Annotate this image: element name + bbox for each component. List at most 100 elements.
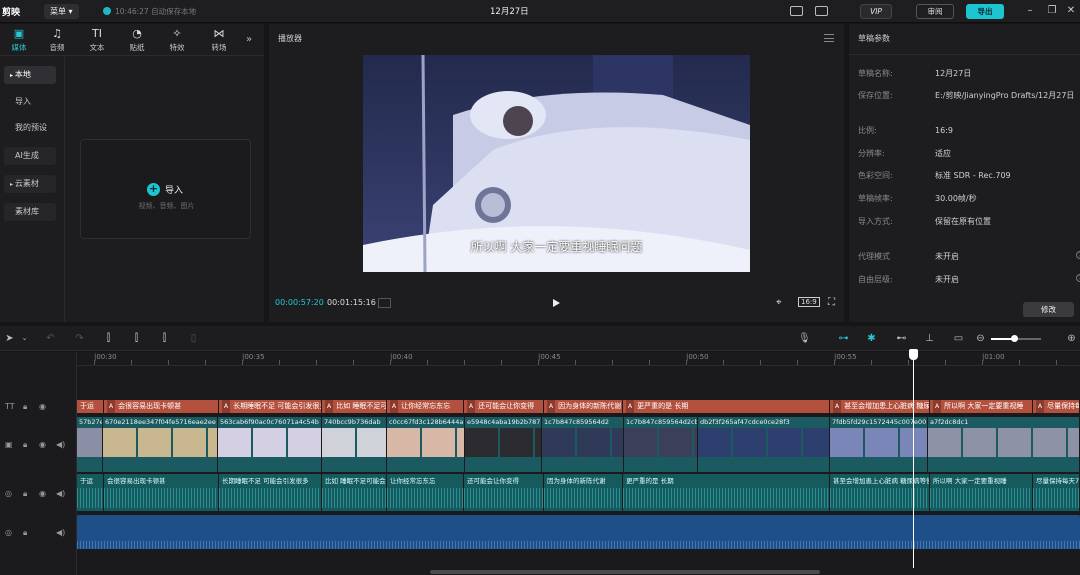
text-clip[interactable]: A 让你经常忘东忘	[387, 400, 464, 413]
video-clip[interactable]: 1c7b847c859564d2	[542, 417, 624, 472]
close-icon[interactable]: ✕	[1064, 4, 1078, 18]
fullscreen-icon[interactable]: ⛶	[828, 297, 835, 308]
microphone-icon[interactable]: 🎙	[798, 333, 811, 344]
tab-sticker[interactable]: ◔ 贴纸	[118, 26, 156, 54]
side-nav-item[interactable]: AI生成	[4, 147, 56, 165]
audio-clip[interactable]: 会很容易出现卡顿甚	[104, 474, 219, 511]
text-clip[interactable]: 于运	[77, 400, 104, 413]
eye-icon[interactable]: ◉	[39, 402, 46, 411]
preview-axis-icon[interactable]: ⊥	[924, 333, 935, 344]
tab-transition[interactable]: ⋈ 转场	[200, 26, 238, 54]
eye-icon[interactable]: ◉	[39, 489, 46, 498]
side-nav-item[interactable]: ▸ 云素材	[4, 175, 56, 193]
zoom-slider-knob[interactable]	[1011, 335, 1018, 342]
lock-icon[interactable]: 🔒︎	[23, 528, 27, 538]
lock-icon[interactable]: 🔒︎	[23, 440, 27, 450]
video-clip[interactable]: 740bcc9b736dab	[322, 417, 387, 472]
import-dropzone[interactable]: + 导入 视频、音频、图片	[80, 139, 251, 239]
video-clip[interactable]: db2f3f265af47cdce0ce28f3	[698, 417, 830, 472]
text-clip[interactable]: A 还可能会让你变得	[464, 400, 544, 413]
audio-clip[interactable]: 更严重的是 长期	[623, 474, 830, 511]
audio-clip[interactable]: 于运	[77, 474, 104, 511]
auto-snap-icon[interactable]: ✱	[866, 333, 877, 344]
screenshot-icon[interactable]: ⌖	[776, 297, 782, 308]
audio-clip[interactable]: 还可能会让你变得	[464, 474, 544, 511]
redo-icon[interactable]: ↷	[74, 333, 85, 344]
chevron-down-icon[interactable]: ⌄	[19, 333, 30, 344]
expand-tabs-icon[interactable]: »	[246, 34, 252, 45]
text-clip[interactable]: A 所以啊 大家一定要重视睡	[930, 400, 1033, 413]
video-clip[interactable]: 1c7b847c859564d2cb98b5fde6f1782b	[624, 417, 698, 472]
video-clip[interactable]: 670e2118ee347f04fe5716eae2ee	[103, 417, 218, 472]
audio-clip[interactable]: 所以啊 大家一定要重视睡	[930, 474, 1033, 511]
text-clip[interactable]: A 会很容易出现卡顿甚	[104, 400, 219, 413]
time-ruler[interactable]: |00:30 |00:35 |00:40 |00:45 |00:50 |00:55 |01:…	[77, 352, 1080, 366]
timeline[interactable]: |00:30 |00:35 |00:40 |00:45 |00:50 |00:55 |01:…	[77, 352, 1080, 575]
layout-icon[interactable]	[815, 6, 828, 16]
video-clip[interactable]: a7f2dc8dc1	[928, 417, 1080, 472]
side-nav-item[interactable]: ▸ 本地	[4, 66, 56, 84]
text-clip[interactable]: A尽量保持每天7-8小时的睡	[1033, 400, 1080, 413]
zoom-in-icon[interactable]: ⊕	[1066, 333, 1077, 344]
speaker-icon[interactable]: ◀)	[56, 440, 65, 449]
video-clip-filename: 670e2118ee347f04fe5716eae2ee	[105, 418, 216, 426]
tab-audio[interactable]: ♫ 音频	[38, 26, 76, 54]
audio-clip[interactable]: 尽量保持每天7-8小时的睡	[1033, 474, 1080, 511]
video-clip[interactable]: 563cab6f90ac0c76071a4c54b	[218, 417, 322, 472]
maximize-icon[interactable]: ❐	[1045, 4, 1059, 18]
timeline-scrollbar[interactable]	[430, 570, 820, 574]
playhead-handle[interactable]	[909, 349, 918, 360]
side-nav-item[interactable]: 导入	[4, 93, 56, 111]
player-menu-icon[interactable]	[824, 34, 834, 42]
video-preview[interactable]: 所以啊 大家一定要重视睡眠问题	[363, 55, 750, 272]
main-track-magnet-icon[interactable]: ⊶	[838, 333, 849, 344]
video-clip[interactable]: 57b27ed00ffcb68508.jpeg	[77, 417, 103, 472]
video-clip[interactable]: c0cc67fd3c128b6444a	[387, 417, 465, 472]
zoom-slider[interactable]	[991, 335, 1041, 342]
tab-media[interactable]: ▣ 媒体	[0, 26, 38, 54]
split-left-icon[interactable]: ⫿	[131, 333, 142, 344]
side-nav-item[interactable]: 素材库	[4, 203, 56, 221]
music-waveform	[77, 541, 1080, 549]
audio-clip[interactable]: 甚至会增加患上心脏病 糖尿病等慢性	[830, 474, 930, 511]
timecode-grid-icon[interactable]	[378, 298, 391, 308]
text-clip[interactable]: A 更严重的是 长期	[623, 400, 830, 413]
speaker-icon[interactable]: ◀)	[56, 489, 65, 498]
video-clip[interactable]: e5948c4aba19b2b787	[465, 417, 542, 472]
minimize-icon[interactable]: –	[1023, 4, 1037, 18]
link-icon[interactable]: ⊷	[896, 333, 907, 344]
tab-text[interactable]: TI 文本	[78, 26, 116, 54]
undo-icon[interactable]: ↶	[45, 333, 56, 344]
audio-clip[interactable]: 长期睡眠不足 可能会引发很多	[219, 474, 322, 511]
play-icon[interactable]	[553, 299, 560, 307]
main-menu-button[interactable]: 菜单 ▾	[44, 4, 79, 19]
zoom-out-icon[interactable]: ⊖	[975, 333, 986, 344]
audio-clip[interactable]: 让你经常忘东忘	[387, 474, 464, 511]
split-right-icon[interactable]: ⫿	[159, 333, 170, 344]
text-clip[interactable]: A 因为身体的新陈代谢	[544, 400, 623, 413]
eye-icon[interactable]: ◉	[39, 440, 46, 449]
split-icon[interactable]: ⫿	[103, 333, 114, 344]
aspect-ratio-button[interactable]: 16:9	[798, 297, 820, 307]
vip-badge[interactable]: VIP	[860, 4, 892, 19]
review-button[interactable]: 审阅	[916, 4, 954, 19]
modify-button[interactable]: 修改	[1023, 302, 1074, 317]
side-nav-item[interactable]: 我的预设	[4, 119, 56, 137]
export-button[interactable]: 导出	[966, 4, 1004, 19]
text-clip[interactable]: A 长期睡眠不足 可能会引发很多	[219, 400, 322, 413]
cursor-icon[interactable]: ➤	[4, 333, 15, 344]
lock-icon[interactable]: 🔒︎	[23, 489, 27, 499]
tab-effects[interactable]: ✧ 特效	[158, 26, 196, 54]
music-clip[interactable]	[77, 515, 1080, 549]
text-clip[interactable]: A甚至会增加患上心脏病 糖尿病等慢性	[830, 400, 930, 413]
lock-icon[interactable]: 🔒︎	[23, 402, 27, 412]
keyboard-icon[interactable]	[790, 6, 803, 16]
text-clip[interactable]: A比如 睡眠不足可能会导致记	[322, 400, 387, 413]
audio-clip[interactable]: 因为身体的新陈代谢	[544, 474, 623, 511]
help-icon[interactable]: ?	[1076, 274, 1080, 282]
delete-icon[interactable]: ▯	[188, 333, 199, 344]
help-icon[interactable]: ?	[1076, 251, 1080, 259]
caption-icon[interactable]: ▭	[953, 333, 964, 344]
audio-clip[interactable]: 比如 睡眠不足可能会导致记	[322, 474, 387, 511]
speaker-icon[interactable]: ◀)	[56, 528, 65, 537]
